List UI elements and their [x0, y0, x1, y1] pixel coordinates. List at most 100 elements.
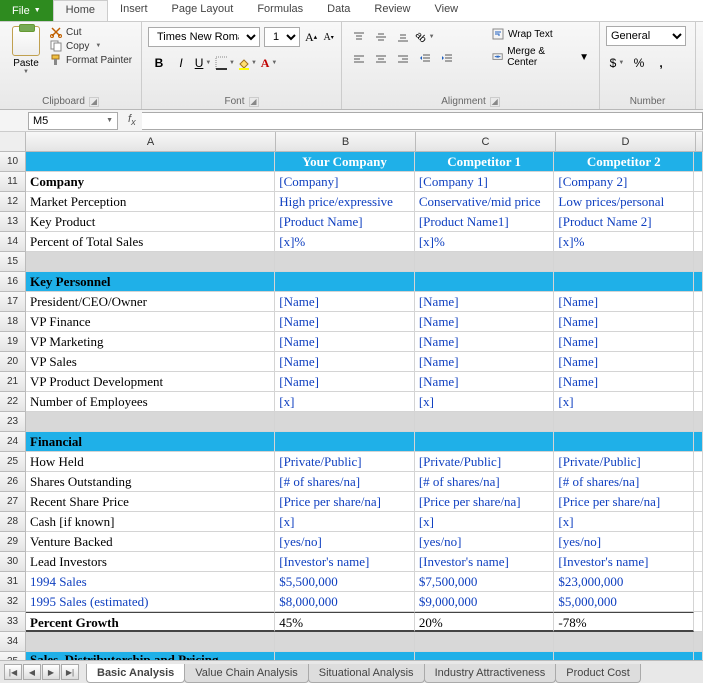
- row-header[interactable]: 33: [0, 612, 26, 632]
- copy-button[interactable]: Copy▼: [50, 40, 132, 52]
- cell[interactable]: [Private/Public]: [554, 452, 694, 472]
- increase-indent-button[interactable]: [436, 48, 458, 70]
- row-label[interactable]: President/CEO/Owner: [26, 292, 275, 312]
- cell[interactable]: [x]%: [415, 232, 555, 252]
- ribbon-tab-page-layout[interactable]: Page Layout: [160, 0, 246, 21]
- row-label[interactable]: Lead Investors: [26, 552, 275, 572]
- cell[interactable]: High price/expressive: [275, 192, 415, 212]
- cell[interactable]: [Name]: [554, 312, 694, 332]
- cell[interactable]: [Product Name]: [275, 212, 415, 232]
- cell[interactable]: [x]: [415, 392, 555, 412]
- accounting-format-button[interactable]: $▼: [606, 52, 628, 74]
- name-box[interactable]: M5 ▼: [28, 112, 118, 130]
- row-header[interactable]: 18: [0, 312, 26, 332]
- row-header[interactable]: 32: [0, 592, 26, 612]
- section-header[interactable]: Key Personnel: [26, 272, 275, 292]
- cell[interactable]: $7,500,000: [415, 572, 555, 592]
- column-header[interactable]: B: [276, 132, 416, 152]
- grow-font-button[interactable]: A▴: [304, 26, 318, 48]
- section-header[interactable]: [554, 432, 694, 452]
- row-label[interactable]: Percent of Total Sales: [26, 232, 275, 252]
- font-size-select[interactable]: 10: [264, 27, 300, 47]
- spreadsheet-grid[interactable]: ABCD 10111213141516171819202122232425262…: [0, 132, 703, 660]
- sheet-tab[interactable]: Industry Attractiveness: [424, 664, 557, 683]
- cell[interactable]: $8,000,000: [275, 592, 415, 612]
- cell[interactable]: [Name]: [554, 352, 694, 372]
- row-header[interactable]: 28: [0, 512, 26, 532]
- cell[interactable]: [x]%: [275, 232, 415, 252]
- cell[interactable]: [Name]: [415, 292, 555, 312]
- cell[interactable]: 45%: [275, 612, 415, 632]
- cell[interactable]: [Company 2]: [554, 172, 694, 192]
- align-left-button[interactable]: [348, 48, 370, 70]
- cell[interactable]: Conservative/mid price: [415, 192, 555, 212]
- ribbon-tab-view[interactable]: View: [422, 0, 470, 21]
- section-header[interactable]: [275, 432, 415, 452]
- first-sheet-button[interactable]: |◀: [4, 664, 22, 680]
- row-label[interactable]: VP Sales: [26, 352, 275, 372]
- cell[interactable]: [Name]: [275, 372, 415, 392]
- row-header[interactable]: 12: [0, 192, 26, 212]
- cell[interactable]: [Name]: [415, 372, 555, 392]
- row-header[interactable]: 21: [0, 372, 26, 392]
- row-header[interactable]: 15: [0, 252, 26, 272]
- border-button[interactable]: ▼: [214, 52, 236, 74]
- cell[interactable]: [26, 632, 275, 652]
- cell[interactable]: [415, 412, 555, 432]
- cell[interactable]: [Investor's name]: [415, 552, 555, 572]
- column-header[interactable]: C: [416, 132, 556, 152]
- cell[interactable]: $9,000,000: [415, 592, 555, 612]
- ribbon-tab-formulas[interactable]: Formulas: [245, 0, 315, 21]
- cell[interactable]: [554, 632, 694, 652]
- sheet-tab[interactable]: Value Chain Analysis: [184, 664, 309, 683]
- row-header[interactable]: 11: [0, 172, 26, 192]
- row-header[interactable]: 34: [0, 632, 26, 652]
- align-right-button[interactable]: [392, 48, 414, 70]
- cell[interactable]: [Name]: [554, 332, 694, 352]
- next-sheet-button[interactable]: ▶: [42, 664, 60, 680]
- row-label[interactable]: VP Product Development: [26, 372, 275, 392]
- header-cell[interactable]: Competitor 1: [415, 152, 555, 172]
- cell[interactable]: [yes/no]: [554, 532, 694, 552]
- prev-sheet-button[interactable]: ◀: [23, 664, 41, 680]
- row-label[interactable]: VP Marketing: [26, 332, 275, 352]
- comma-format-button[interactable]: ,: [650, 52, 672, 74]
- align-middle-button[interactable]: [370, 26, 392, 48]
- cell[interactable]: [554, 252, 694, 272]
- font-name-select[interactable]: Times New Roman: [148, 27, 260, 47]
- cell[interactable]: [26, 252, 275, 272]
- cell[interactable]: [Product Name 2]: [554, 212, 694, 232]
- row-label[interactable]: Key Product: [26, 212, 275, 232]
- cell[interactable]: $5,500,000: [275, 572, 415, 592]
- cell[interactable]: [26, 412, 275, 432]
- section-header[interactable]: [554, 652, 694, 660]
- header-cell[interactable]: [26, 152, 275, 172]
- row-label[interactable]: Percent Growth: [26, 612, 275, 632]
- cell[interactable]: [Investor's name]: [275, 552, 415, 572]
- cell[interactable]: [Investor's name]: [554, 552, 694, 572]
- section-header[interactable]: [415, 432, 555, 452]
- file-tab[interactable]: File ▼: [0, 0, 53, 21]
- cell[interactable]: -78%: [554, 612, 694, 632]
- cell[interactable]: [Product Name1]: [415, 212, 555, 232]
- underline-button[interactable]: U▼: [192, 52, 214, 74]
- cell[interactable]: $23,000,000: [554, 572, 694, 592]
- paste-button[interactable]: Paste ▼: [6, 26, 46, 75]
- cell[interactable]: [x]: [275, 392, 415, 412]
- row-header[interactable]: 29: [0, 532, 26, 552]
- cell[interactable]: [Name]: [415, 312, 555, 332]
- cell[interactable]: $5,000,000: [554, 592, 694, 612]
- cell[interactable]: [Private/Public]: [275, 452, 415, 472]
- dialog-launcher-icon[interactable]: ◢: [490, 97, 500, 107]
- dialog-launcher-icon[interactable]: ◢: [89, 97, 99, 107]
- row-header[interactable]: 13: [0, 212, 26, 232]
- cell[interactable]: [Price per share/na]: [275, 492, 415, 512]
- section-header[interactable]: [415, 652, 555, 660]
- bold-button[interactable]: B: [148, 52, 170, 74]
- sheet-tab[interactable]: Situational Analysis: [308, 664, 425, 683]
- merge-center-button[interactable]: Merge & Center▼: [488, 44, 593, 70]
- cell[interactable]: [Name]: [275, 332, 415, 352]
- format-painter-button[interactable]: Format Painter: [50, 54, 132, 66]
- cell[interactable]: [Price per share/na]: [554, 492, 694, 512]
- cell[interactable]: [# of shares/na]: [554, 472, 694, 492]
